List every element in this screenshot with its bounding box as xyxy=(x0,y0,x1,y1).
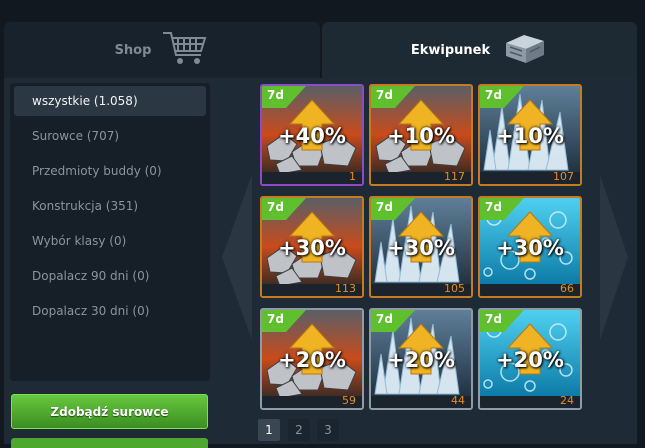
duration-label: 7d xyxy=(376,88,393,102)
page-1-button[interactable]: 1 xyxy=(258,419,280,441)
category-boost-30[interactable]: Dopalacz 30 dni (0) xyxy=(14,296,206,326)
item-quantity: 107 xyxy=(553,170,574,183)
boost-value: +30% xyxy=(496,236,564,260)
tab-inventory[interactable]: Ekwipunek xyxy=(322,22,637,78)
tab-shop[interactable]: Shop xyxy=(4,22,320,78)
category-construction[interactable]: Konstrukcja (351) xyxy=(14,191,206,221)
duration-label: 7d xyxy=(267,312,284,326)
item-quantity: 1 xyxy=(349,170,356,183)
item-quantity: 113 xyxy=(335,282,356,295)
inventory-item[interactable]: 7d +30% 66 xyxy=(478,196,582,298)
category-resources[interactable]: Surowce (707) xyxy=(14,121,206,151)
tab-shop-label: Shop xyxy=(114,42,152,58)
chevron-right-icon[interactable] xyxy=(596,175,632,340)
item-quantity: 105 xyxy=(444,282,465,295)
category-buddy-items[interactable]: Przedmioty buddy (0) xyxy=(14,156,206,186)
secondary-green-button[interactable] xyxy=(11,438,208,448)
category-sidebar: wszystkie (1.058) Surowce (707) Przedmio… xyxy=(10,83,210,381)
boost-value: +20% xyxy=(387,348,455,372)
item-quantity: 24 xyxy=(560,394,574,407)
duration-label: 7d xyxy=(376,200,393,214)
tab-inventory-label: Ekwipunek xyxy=(410,42,491,58)
inventory-item[interactable]: 7d +20% 24 xyxy=(478,308,582,410)
duration-label: 7d xyxy=(485,88,502,102)
duration-badge: 7d xyxy=(480,198,524,220)
inventory-item[interactable]: 7d +40% 1 xyxy=(260,84,364,186)
shopping-cart-icon xyxy=(161,29,209,71)
duration-label: 7d xyxy=(485,312,502,326)
duration-badge: 7d xyxy=(371,198,415,220)
duration-label: 7d xyxy=(267,88,284,102)
item-footer xyxy=(262,172,362,184)
item-quantity: 117 xyxy=(444,170,465,183)
inventory-item[interactable]: 7d +10% 117 xyxy=(369,84,473,186)
item-quantity: 59 xyxy=(342,394,356,407)
metal-crate-icon xyxy=(500,29,548,71)
duration-badge: 7d xyxy=(480,310,524,332)
category-all[interactable]: wszystkie (1.058) xyxy=(14,86,206,116)
inventory-item[interactable]: 7d +30% 113 xyxy=(260,196,364,298)
page-2-button[interactable]: 2 xyxy=(288,419,310,441)
chevron-left-icon[interactable] xyxy=(220,175,256,340)
boost-value: +30% xyxy=(278,236,346,260)
boost-value: +10% xyxy=(387,124,455,148)
boost-value: +30% xyxy=(387,236,455,260)
duration-badge: 7d xyxy=(262,310,306,332)
boost-value: +10% xyxy=(496,124,564,148)
inventory-item[interactable]: 7d +20% 44 xyxy=(369,308,473,410)
duration-badge: 7d xyxy=(262,86,306,108)
get-resources-button[interactable]: Zdobądź surowce xyxy=(11,394,208,429)
duration-label: 7d xyxy=(376,312,393,326)
boost-value: +40% xyxy=(278,124,346,148)
item-quantity: 44 xyxy=(451,394,465,407)
duration-badge: 7d xyxy=(371,86,415,108)
duration-badge: 7d xyxy=(262,198,306,220)
category-class-choice[interactable]: Wybór klasy (0) xyxy=(14,226,206,256)
inventory-item[interactable]: 7d +30% 105 xyxy=(369,196,473,298)
duration-badge: 7d xyxy=(480,86,524,108)
boost-value: +20% xyxy=(496,348,564,372)
inventory-item[interactable]: 7d +10% 107 xyxy=(478,84,582,186)
duration-badge: 7d xyxy=(371,310,415,332)
duration-label: 7d xyxy=(485,200,502,214)
duration-label: 7d xyxy=(267,200,284,214)
page-3-button[interactable]: 3 xyxy=(317,419,339,441)
category-boost-90[interactable]: Dopalacz 90 dni (0) xyxy=(14,261,206,291)
inventory-item[interactable]: 7d +20% 59 xyxy=(260,308,364,410)
boost-value: +20% xyxy=(278,348,346,372)
item-quantity: 66 xyxy=(560,282,574,295)
